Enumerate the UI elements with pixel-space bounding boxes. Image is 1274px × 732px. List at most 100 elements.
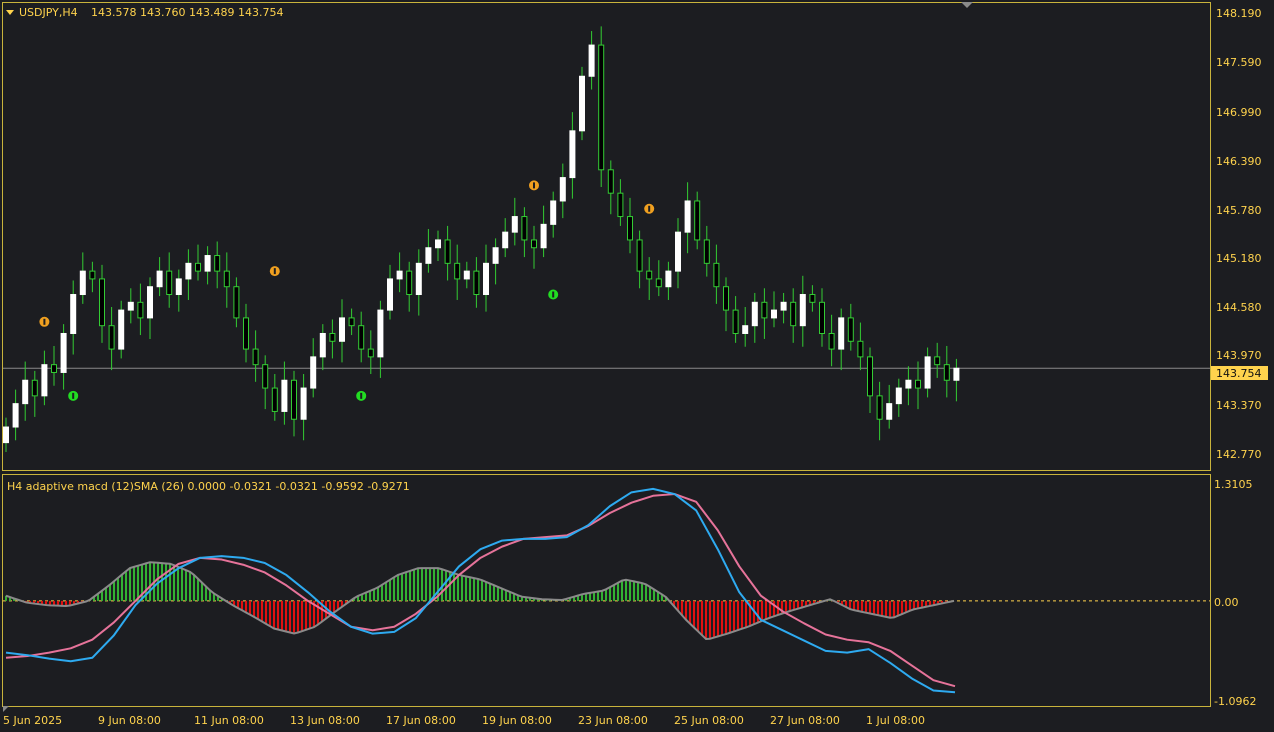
candle-body: [569, 130, 576, 179]
symbol-title: USDJPY,H4: [19, 6, 78, 19]
indicator-tick: -1.0962: [1214, 695, 1256, 708]
symbol-menu-icon[interactable]: [6, 10, 14, 15]
candle-body: [31, 379, 38, 397]
candle-body: [838, 317, 845, 350]
candle-body: [300, 387, 307, 420]
candle-body: [291, 379, 297, 420]
candle-body: [809, 294, 816, 303]
candle-body: [463, 270, 470, 280]
candle-body: [348, 317, 355, 327]
candle-body: [319, 332, 326, 358]
time-tick: 23 Jun 08:00: [578, 714, 648, 727]
candle-body: [233, 286, 240, 319]
candle-body: [396, 270, 403, 280]
candle-body: [271, 387, 278, 412]
candle-body: [70, 294, 77, 334]
trading-chart-canvas[interactable]: USDJPY,H4 143.578 143.760 143.489 143.75…: [0, 0, 1274, 732]
candle-body: [415, 262, 422, 296]
up-signal-marker-notch: [273, 268, 276, 275]
candle-body: [252, 348, 259, 366]
candle-body: [771, 309, 777, 319]
candle-body: [41, 364, 48, 397]
candle-body: [367, 348, 374, 358]
candle-body: [310, 356, 317, 389]
price-tick: 147.590: [1216, 56, 1262, 69]
candle-body: [223, 270, 230, 288]
candle-body: [185, 262, 192, 280]
candle-body: [876, 395, 883, 420]
candle-body: [905, 379, 912, 389]
candles-layer: [3, 26, 960, 452]
chart-shift-icon[interactable]: [961, 2, 973, 8]
time-tick: 9 Jun 08:00: [98, 714, 161, 727]
candle-body: [118, 309, 125, 350]
candle-body: [780, 301, 787, 311]
time-tick: 1 Jul 08:00: [866, 714, 925, 727]
signal-line: [5, 493, 956, 688]
candle-body: [751, 301, 758, 327]
candle-body: [924, 356, 931, 389]
time-tick: 17 Jun 08:00: [386, 714, 456, 727]
candle-body: [665, 270, 672, 288]
candle-body: [195, 262, 201, 272]
macd-lines-layer: [5, 487, 956, 694]
candle-body: [953, 367, 960, 381]
candle-body: [886, 403, 893, 420]
candle-body: [655, 278, 662, 288]
candle-body: [713, 262, 720, 288]
candle-body: [387, 278, 393, 311]
price-tick: 142.770: [1216, 448, 1262, 461]
up-signal-marker-notch: [43, 318, 46, 325]
price-panel-frame: [2, 2, 1211, 471]
candle-body: [828, 332, 835, 350]
candle-body: [790, 301, 797, 327]
candle-body: [281, 379, 288, 412]
time-tick: 5 Jun 2025: [3, 714, 62, 727]
candle-body: [51, 364, 57, 373]
time-tick: 19 Jun 08:00: [482, 714, 552, 727]
price-tick: 143.970: [1216, 349, 1262, 362]
candle-body: [559, 177, 566, 202]
time-axis: 5 Jun 2025 9 Jun 08:00 11 Jun 08:00 13 J…: [3, 714, 925, 727]
price-axis: 148.190 147.590 146.990 146.390 145.780 …: [1216, 7, 1262, 461]
candle-body: [511, 216, 518, 233]
candle-body: [262, 364, 269, 389]
candle-body: [454, 262, 461, 280]
candle-body: [358, 325, 365, 350]
time-tick: 13 Jun 08:00: [290, 714, 360, 727]
macd-line: [5, 487, 956, 694]
price-tick: 148.190: [1216, 7, 1262, 20]
candle-body: [934, 356, 941, 366]
down-signal-marker-notch: [72, 392, 75, 399]
candle-body: [895, 387, 902, 405]
candle-body: [598, 44, 605, 171]
candle-body: [943, 364, 950, 381]
candle-body: [502, 231, 509, 249]
candle-body: [799, 294, 806, 327]
price-tick: 146.990: [1216, 106, 1262, 119]
candle-body: [723, 286, 729, 311]
candle-body: [646, 270, 653, 280]
candle-body: [550, 200, 557, 225]
price-tick: 146.390: [1216, 155, 1262, 168]
candle-body: [89, 270, 96, 280]
candle-body: [147, 286, 153, 319]
candle-body: [483, 262, 489, 296]
candle-body: [166, 270, 173, 296]
candle-body: [425, 247, 432, 264]
up-signal-marker-notch: [648, 205, 651, 212]
candle-body: [540, 223, 547, 249]
candle-body: [339, 317, 345, 342]
candle-body: [521, 216, 528, 241]
candle-body: [579, 75, 585, 132]
candle-body: [761, 301, 768, 319]
candle-body: [742, 325, 749, 334]
indicator-tick: 1.3105: [1214, 478, 1253, 491]
candle-body: [156, 270, 163, 288]
candle-body: [127, 301, 134, 311]
candle-body: [636, 239, 643, 272]
candle-body: [3, 426, 9, 444]
candle-body: [915, 379, 921, 389]
candle-body: [60, 332, 67, 373]
candle-body: [684, 200, 691, 233]
